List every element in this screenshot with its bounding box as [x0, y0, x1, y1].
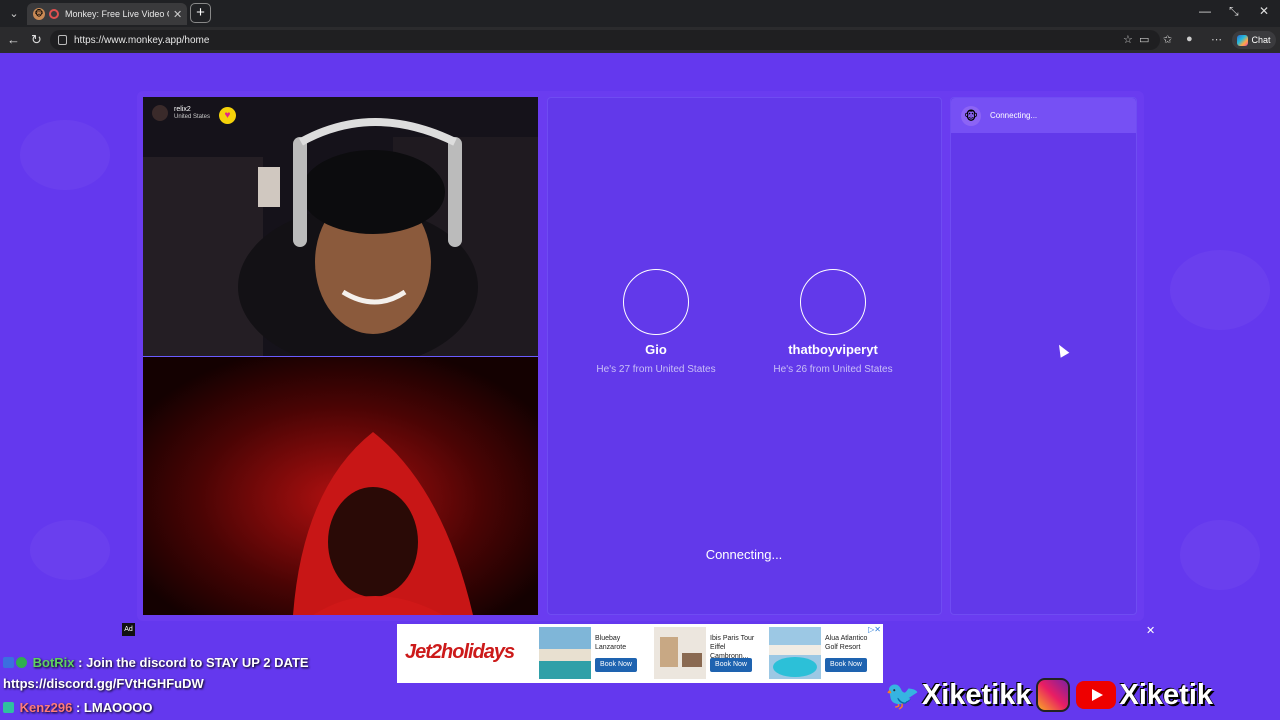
minimize-icon[interactable]: —: [1199, 4, 1211, 18]
browser-tab[interactable]: 🐵 Monkey: Free Live Video Chat ✕: [27, 3, 187, 25]
bot-badge-icon: [3, 657, 14, 668]
tab-list-chevron-icon[interactable]: ⌄: [4, 4, 24, 22]
new-tab-button[interactable]: +: [190, 3, 211, 23]
remote-username: relix2: [174, 105, 191, 113]
hotel-name: Alua Atlantico Golf Resort: [825, 635, 868, 651]
background-blob: [30, 520, 110, 580]
youtube-icon: [1075, 681, 1116, 709]
browser-address-bar: ← ↻ https://www.monkey.app/home ☆ ▭ ✩ ● …: [0, 27, 1280, 53]
more-options-icon[interactable]: ⋯: [1211, 33, 1222, 46]
hotel-name: Ibis Paris Tour Eiffel Cambronn...: [710, 635, 755, 660]
restore-icon[interactable]: ⤡: [1229, 4, 1239, 19]
user-badge-icon: [3, 702, 14, 713]
ad-label: Ad: [122, 623, 135, 636]
book-now-button[interactable]: Book Now: [825, 658, 867, 672]
hotel-image: [654, 627, 706, 679]
local-video-image: [143, 357, 538, 615]
background-blob: [1170, 250, 1270, 330]
monkey-icon: 🐵: [961, 105, 981, 126]
stream-chat-message: https://discord.gg/FVtHGHFuDW: [3, 676, 204, 691]
hotel-image: [539, 627, 591, 679]
remote-user-tag[interactable]: relix2 United States: [152, 105, 210, 121]
browser-tab-bar: ⌄ 🐵 Monkey: Free Live Video Chat ✕ + — ⤡…: [0, 0, 1280, 27]
chat-label: Chat: [1251, 35, 1271, 45]
ad-card[interactable]: Alua Atlantico Golf Resort Book Now: [767, 627, 879, 680]
verified-badge-icon: [16, 657, 27, 668]
close-tab-icon[interactable]: ✕: [173, 8, 182, 21]
side-panel-status: Connecting...: [990, 111, 1038, 120]
favorite-star-icon[interactable]: ☆: [1123, 33, 1133, 46]
match-name: Gio: [645, 342, 667, 357]
youtube-handle: Xiketik: [1119, 678, 1214, 711]
ad-card[interactable]: Ibis Paris Tour Eiffel Cambronn... Book …: [652, 627, 764, 680]
social-handles-overlay: 🐦 Xiketikk Xiketik: [885, 676, 1217, 714]
copilot-icon: [1237, 34, 1249, 46]
adchoices-icon[interactable]: ▷✕: [868, 625, 881, 634]
instagram-icon: [1035, 678, 1070, 712]
twitter-handle: Xiketikk: [921, 678, 1032, 711]
chat-username: Kenz296: [19, 700, 73, 715]
match-info: He's 26 from United States: [773, 364, 893, 375]
ad-brand: Jet2holidays: [405, 641, 515, 663]
match-info: He's 27 from United States: [596, 364, 716, 375]
chat-text: : Join the discord to STAY UP 2 DATE: [74, 655, 309, 670]
book-now-button[interactable]: Book Now: [710, 658, 752, 672]
profile-icon[interactable]: ●: [1186, 33, 1193, 45]
hotel-name: Bluebay Lanzarote: [595, 635, 627, 651]
url-text: https://www.monkey.app/home: [74, 34, 210, 46]
heart-icon[interactable]: ♥: [219, 107, 236, 124]
match-avatar[interactable]: [623, 269, 689, 335]
monkey-favicon-icon: 🐵: [33, 8, 45, 20]
url-field[interactable]: https://www.monkey.app/home: [50, 30, 1160, 50]
tab-title: Monkey: Free Live Video Chat: [65, 9, 169, 19]
hotel-image: [769, 627, 821, 679]
close-window-icon[interactable]: ✕: [1259, 4, 1269, 18]
local-video-feed: [143, 357, 538, 615]
background-blob: [1180, 520, 1260, 590]
close-ad-icon[interactable]: ✕: [1146, 624, 1155, 637]
ad-card[interactable]: Bluebay Lanzarote Book Now: [537, 627, 649, 680]
remote-video-feed: [143, 97, 538, 356]
stream-chat-message: Kenz296 : LMAOOOO: [3, 700, 153, 715]
remote-country: United States: [174, 113, 211, 120]
connecting-status: Connecting...: [705, 547, 783, 562]
background-blob: [20, 120, 110, 190]
twitter-icon: 🐦: [885, 679, 920, 711]
chat-text: https://discord.gg/FVtHGHFuDW: [3, 676, 204, 691]
match-name: thatboyviperyt: [788, 342, 878, 357]
back-icon[interactable]: ←: [7, 32, 20, 47]
side-panel-header: 🐵 Connecting...: [951, 98, 1136, 133]
chat-username: BotRix: [32, 655, 75, 670]
copilot-chat-button[interactable]: Chat: [1232, 31, 1276, 49]
side-chat-panel: [950, 97, 1137, 615]
stream-chat-message: BotRix : Join the discord to STAY UP 2 D…: [3, 655, 309, 670]
video-icon[interactable]: ▭: [1139, 33, 1149, 46]
book-now-button[interactable]: Book Now: [595, 658, 637, 672]
avatar: [152, 105, 168, 121]
match-avatar[interactable]: [800, 269, 866, 335]
refresh-icon[interactable]: ↻: [31, 32, 42, 48]
lock-icon: [58, 35, 67, 45]
advertisement-banner[interactable]: Jet2holidays Bluebay Lanzarote Book Now …: [397, 624, 883, 683]
remote-video-image: [143, 97, 538, 356]
favorites-icon[interactable]: ✩: [1163, 33, 1172, 46]
recording-icon: [49, 9, 59, 19]
chat-text: : LMAOOOO: [72, 700, 153, 715]
